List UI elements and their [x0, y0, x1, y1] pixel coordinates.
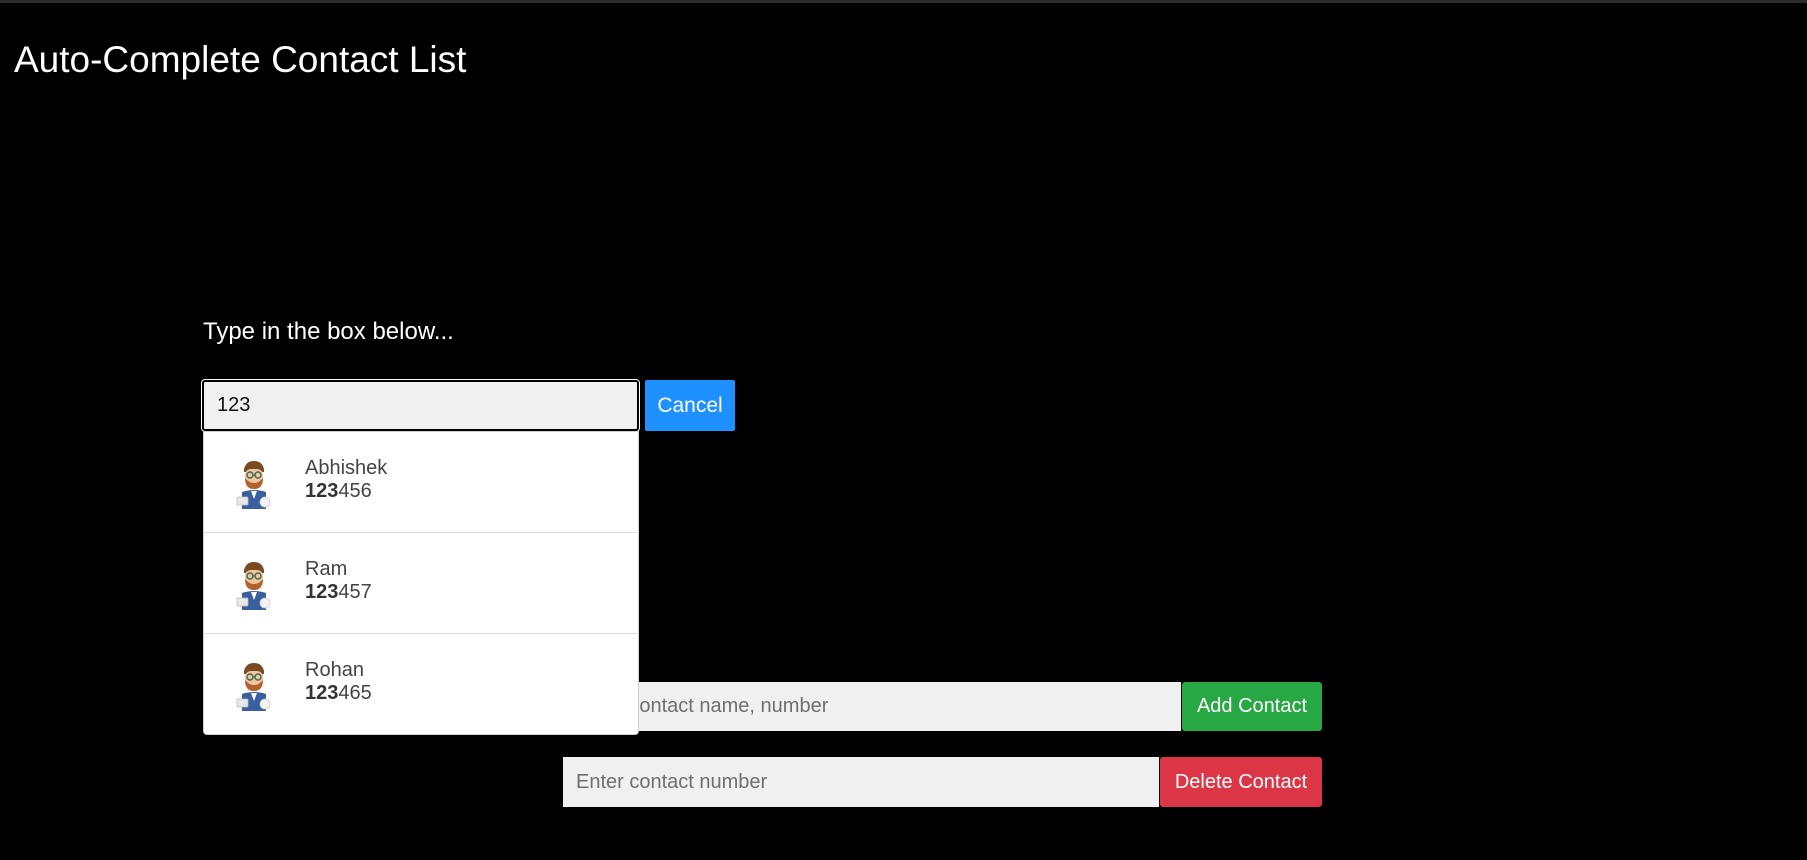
suggestion-number: 123457	[305, 581, 372, 604]
autocomplete-dropdown: Abhishek 123456 Ram 123457 Rohan 123465	[203, 431, 639, 735]
suggestion-name: Abhishek	[305, 457, 388, 479]
delete-contact-button[interactable]: Delete Contact	[1160, 757, 1322, 807]
suggestion-number-match: 123	[305, 581, 339, 603]
suggestion-number-rest: 456	[338, 480, 372, 502]
suggestion-item[interactable]: Abhishek 123456	[204, 432, 638, 533]
add-contact-input[interactable]	[563, 682, 1181, 731]
suggestion-number: 123465	[305, 682, 372, 705]
add-contact-button[interactable]: Add Contact	[1182, 682, 1322, 731]
window-top-border	[0, 0, 1807, 3]
suggestion-number-match: 123	[305, 480, 339, 502]
suggestion-number-match: 123	[305, 682, 339, 704]
suggestion-item[interactable]: Rohan 123465	[204, 634, 638, 735]
suggestion-number-rest: 465	[338, 682, 372, 704]
avatar-icon	[234, 560, 274, 610]
page-title: Auto-Complete Contact List	[14, 39, 467, 80]
suggestion-name: Rohan	[305, 659, 364, 681]
search-prompt-label: Type in the box below...	[203, 318, 454, 345]
avatar-icon	[234, 661, 274, 711]
suggestion-number: 123456	[305, 480, 372, 503]
delete-contact-input[interactable]	[563, 757, 1159, 807]
suggestion-name: Ram	[305, 558, 348, 580]
suggestion-number-rest: 457	[338, 581, 372, 603]
cancel-button[interactable]: Cancel	[645, 380, 735, 431]
avatar-icon	[234, 459, 274, 509]
suggestion-item[interactable]: Ram 123457	[204, 533, 638, 634]
search-input[interactable]	[201, 379, 640, 432]
